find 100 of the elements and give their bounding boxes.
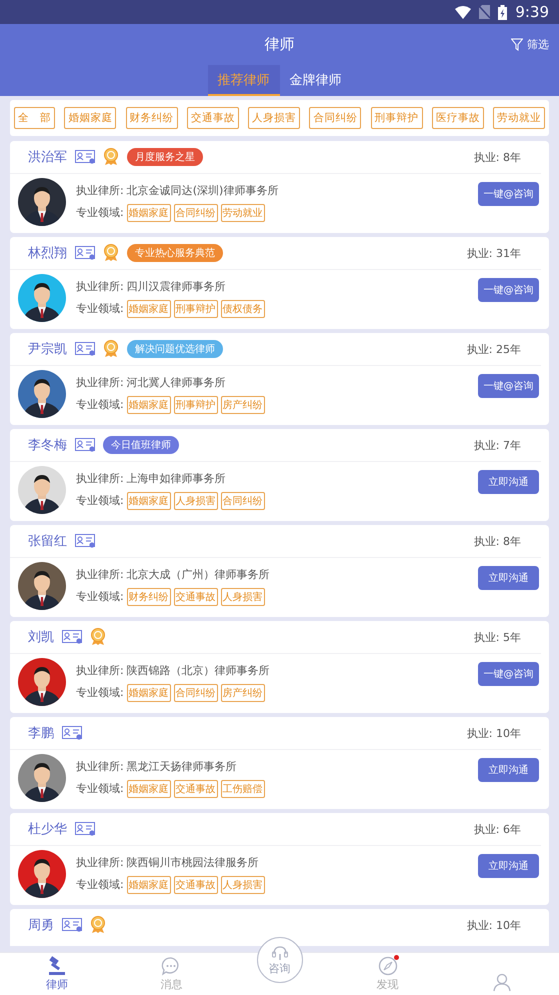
license-icon [62,630,82,644]
wifi-icon [455,6,472,18]
headset-icon [270,944,290,960]
firm-label: 执业律所: [76,470,124,486]
lawyer-card[interactable]: 刘凯 执业: 5年 执业律所: 陕西锦路（北京）律师事务所 专业领域: 婚姻家庭 合同纠纷 房产纠纷 一键@咨询 [10,621,549,713]
field-tag: 合同纠纷 [220,492,265,510]
field-label: 专业领域: [76,397,124,412]
consult-button[interactable]: 立即沟通 [478,758,539,782]
compass-icon [378,956,398,976]
lawyer-card[interactable]: 张留红 执业: 8年 执业律所: 北京大成（广州）律师事务所 专业领域: 财务纠纷 交通事故 人身损害 立即沟通 [10,525,549,617]
practice-years: 执业: 7年 [474,438,521,452]
license-icon [75,534,95,548]
lawyer-card[interactable]: 洪治军 月度服务之星 执业: 8年 执业律所: 北京金诚同达(深圳)律师事务所 专业领域: 婚姻家庭 合同纠纷 劳动就业 一键@咨询 [10,141,549,233]
field-tag: 债权债务 [220,300,265,318]
honor-badge: 今日值班律师 [103,436,179,454]
honor-badge: 专业热心服务典范 [127,244,223,262]
category-chip[interactable]: 交通事故 [186,107,239,129]
field-tag: 婚姻家庭 [126,876,171,894]
nav-tab[interactable]: 消息 [114,953,228,995]
consult-button[interactable]: 一键@咨询 [478,278,539,302]
category-chip[interactable]: 劳动就业 [493,107,545,129]
license-icon [75,342,95,356]
field-label: 专业领域: [76,685,124,700]
filter-link[interactable]: 筛选 [527,37,549,52]
field-label: 专业领域: [76,877,124,892]
clock-time: 9:39 [515,3,549,21]
license-icon [75,246,95,260]
consult-button[interactable]: 立即沟通 [478,470,539,494]
license-icon [62,918,82,932]
field-tag: 房产纠纷 [220,684,265,702]
honor-badge: 月度服务之星 [127,148,203,166]
nav-tab[interactable]: 发现 [330,953,445,995]
practice-years: 执业: 10年 [466,726,521,740]
firm-label: 执业律所: [76,566,124,582]
field-tag: 婚姻家庭 [126,780,171,798]
lawyer-name: 李冬梅 [28,437,67,454]
battery-icon [498,4,508,20]
consult-nav-button[interactable]: 咨询 [256,937,302,983]
practice-years: 执业: 8年 [474,150,521,164]
consult-button[interactable]: 一键@咨询 [478,374,539,398]
practice-years: 执业: 25年 [466,342,521,356]
field-tag: 婚姻家庭 [126,684,171,702]
lawyer-card[interactable]: 周勇 执业: 10年 [10,909,549,946]
category-chip[interactable]: 医疗事故 [432,107,484,129]
practice-years: 执业: 5年 [474,630,521,644]
field-label: 专业领域: [76,493,124,508]
firm-name: 陕西锦路（北京）律师事务所 [126,662,270,678]
field-tag: 交通事故 [174,876,218,894]
field-tag: 人身损害 [174,492,218,510]
license-icon [75,438,95,452]
field-tag: 房产纠纷 [220,396,265,414]
category-chip[interactable]: 全 部 [14,107,55,129]
firm-label: 执业律所: [76,374,124,390]
category-chip[interactable]: 刑事辩护 [370,107,422,129]
firm-label: 执业律所: [76,662,124,678]
lawyer-name: 杜少华 [28,821,67,838]
firm-label: 执业律所: [76,278,124,294]
field-tag: 婚姻家庭 [126,204,171,222]
firm-name: 四川汉震律师事务所 [126,278,226,294]
lawyer-name: 尹宗凯 [28,341,67,358]
field-label: 专业领域: [76,205,124,220]
lawyer-card[interactable]: 林烈翔 专业热心服务典范 执业: 31年 执业律所: 四川汉震律师事务所 专业领域: 婚姻家庭 刑事辩护 债权债务 一键@咨询 [10,237,549,329]
lawyer-card[interactable]: 尹宗凯 解决问题优选律师 执业: 25年 执业律所: 河北冀人律师事务所 专业领域: 婚姻家庭 刑事辩护 房产纠纷 一键@咨询 [10,333,549,425]
firm-label: 执业律所: [76,758,124,774]
consult-button[interactable]: 一键@咨询 [478,182,539,206]
practice-years: 执业: 6年 [474,822,521,836]
category-chip[interactable]: 合同纠纷 [309,107,362,129]
license-icon [62,726,82,740]
field-tag: 劳动就业 [220,204,265,222]
consult-button[interactable]: 立即沟通 [478,566,539,590]
firm-name: 河北冀人律师事务所 [126,374,226,390]
lawyer-name: 林烈翔 [28,245,67,262]
firm-name: 北京大成（广州）律师事务所 [126,566,270,582]
field-tag: 婚姻家庭 [126,300,171,318]
tab[interactable]: 金牌律师 [280,65,352,96]
practice-years: 执业: 8年 [474,534,521,548]
lawyer-card[interactable]: 李鹏 执业: 10年 执业律所: 黑龙江天扬律师事务所 专业领域: 婚姻家庭 交通事故 工伤赔偿 立即沟通 [10,717,549,809]
consult-button[interactable]: 一键@咨询 [478,662,539,686]
filter-icon[interactable] [511,38,523,51]
field-tag: 财务纠纷 [126,588,171,606]
lawyer-name: 刘凯 [28,629,54,646]
firm-name: 上海申如律师事务所 [126,470,226,486]
tab[interactable]: 推荐律师 [208,65,280,96]
person-icon [492,972,512,992]
consult-button[interactable]: 立即沟通 [478,854,539,878]
lawyer-card[interactable]: 杜少华 执业: 6年 执业律所: 陕西铜川市桃园法律服务所 专业领域: 婚姻家庭 交通事故 人身损害 立即沟通 [10,813,549,905]
firm-label: 执业律所: [76,854,124,870]
category-chip[interactable]: 婚姻家庭 [64,107,116,129]
lawyer-card[interactable]: 李冬梅 今日值班律师 执业: 7年 执业律所: 上海申如律师事务所 专业领域: 婚姻家庭 人身损害 合同纠纷 立即沟通 [10,429,549,521]
category-chip[interactable]: 人身损害 [248,107,300,129]
field-label: 专业领域: [76,301,124,316]
field-tag: 工伤赔偿 [220,780,265,798]
field-label: 专业领域: [76,589,124,604]
category-chip[interactable]: 财务纠纷 [126,107,178,129]
field-tag: 合同纠纷 [174,204,218,222]
no-sim-icon [479,5,490,19]
nav-tab[interactable]: 律师 [0,953,114,995]
lawyer-name: 李鹏 [28,725,54,742]
license-icon [75,822,95,836]
firm-label: 执业律所: [76,182,124,198]
